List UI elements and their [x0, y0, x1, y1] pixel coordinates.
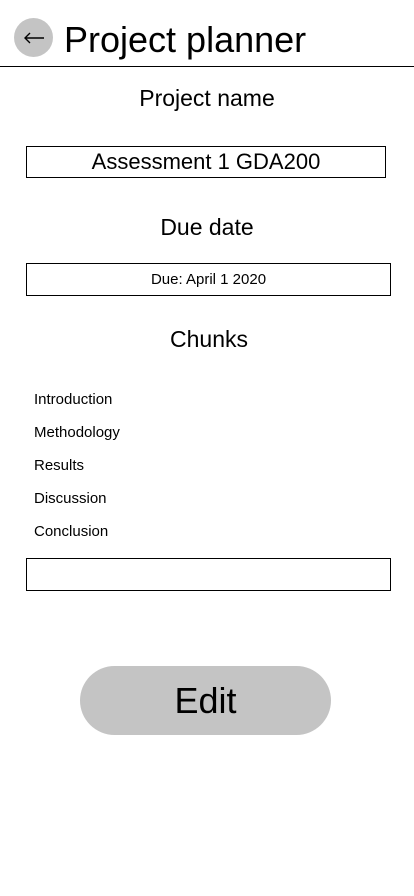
- page-title: Project planner: [64, 19, 307, 60]
- due-date-label: Due date: [160, 214, 254, 240]
- project-name-field[interactable]: Assessment 1 GDA200: [26, 146, 386, 178]
- app-header: Project planner: [0, 0, 414, 67]
- project-name-label: Project name: [139, 85, 275, 111]
- project-name-value: Assessment 1 GDA200: [91, 149, 321, 174]
- chunk-item[interactable]: Methodology: [34, 416, 120, 449]
- chunks-label: Chunks: [170, 326, 248, 352]
- chunk-item[interactable]: Conclusion: [34, 515, 120, 548]
- edit-button[interactable]: Edit: [80, 666, 331, 735]
- arrow-left-icon: [23, 32, 45, 44]
- chunk-item[interactable]: Results: [34, 449, 120, 482]
- chunk-item[interactable]: Discussion: [34, 482, 120, 515]
- chunk-list: Introduction Methodology Results Discuss…: [34, 383, 120, 548]
- back-button[interactable]: [14, 18, 53, 57]
- new-chunk-input[interactable]: [26, 558, 391, 591]
- due-date-value: Due: April 1 2020: [150, 271, 267, 288]
- due-date-field[interactable]: Due: April 1 2020: [26, 263, 391, 296]
- chunk-item[interactable]: Introduction: [34, 383, 120, 416]
